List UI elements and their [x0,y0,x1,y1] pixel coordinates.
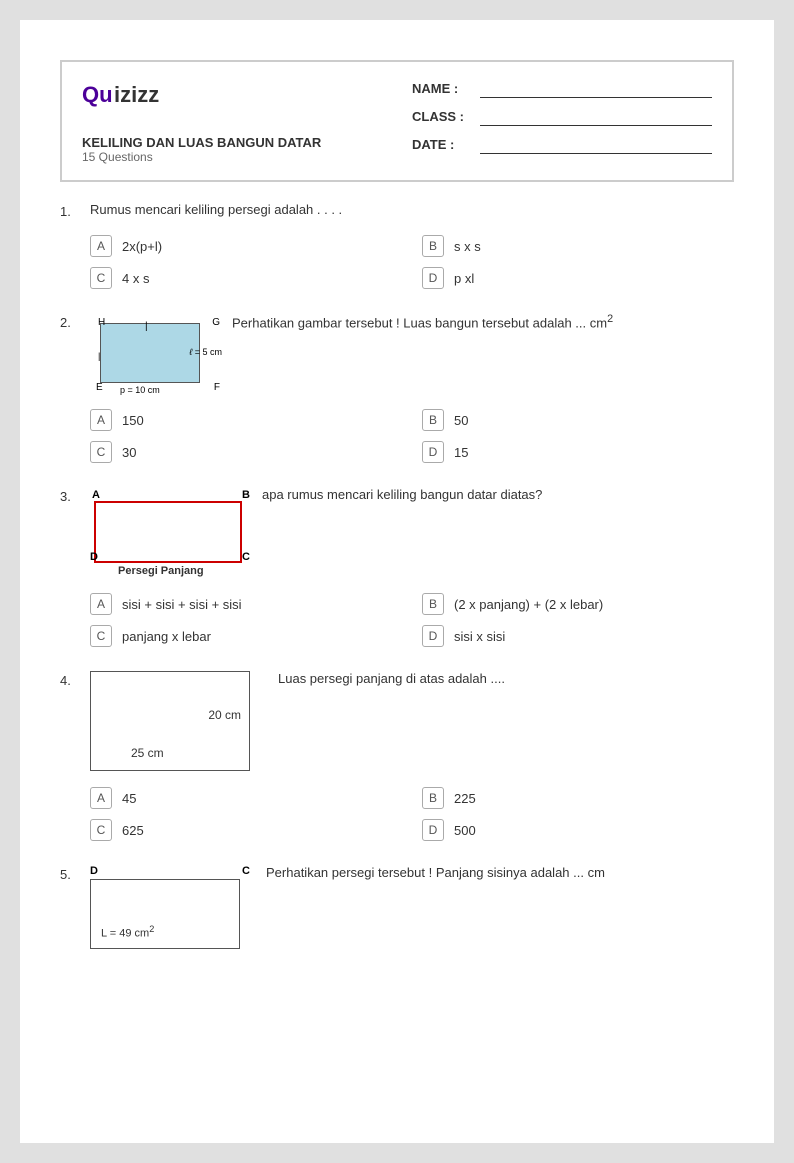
q4-option-b[interactable]: B 225 [422,787,734,809]
q4-dim-right: 20 cm [208,708,241,722]
header-box: Qu izizz KELILING DAN LUAS BANGUN DATAR … [60,60,734,182]
name-line: NAME : [412,78,712,98]
q2-option-d-text: 15 [454,445,468,460]
q4-row: 4. 20 cm 25 cm Luas persegi panjang di a… [60,671,734,771]
svg-text:Qu: Qu [82,82,113,107]
q1-option-a-letter: A [90,235,112,257]
q5-number: 5. [60,865,90,882]
q4-option-a-text: 45 [122,791,136,806]
q3-text: apa rumus mencari keliling bangun datar … [262,487,734,502]
date-label: DATE : [412,137,472,152]
q4-option-a[interactable]: A 45 [90,787,402,809]
q3-option-b[interactable]: B (2 x panjang) + (2 x lebar) [422,593,734,615]
q1-option-a-text: 2x(p+l) [122,239,162,254]
q2-number: 2. [60,313,90,330]
question-3: 3. A B D C Persegi Panjang apa rumus men… [60,487,734,647]
q3-row: 3. A B D C Persegi Panjang apa rumus men… [60,487,734,577]
q4-number: 4. [60,671,90,688]
q4-option-d-text: 500 [454,823,476,838]
q1-option-b-letter: B [422,235,444,257]
q2-option-c-text: 30 [122,445,136,460]
q5-row: 5. D C L = 49 cm2 Perhatikan persegi ter… [60,865,734,955]
q2-option-d-letter: D [422,441,444,463]
quiz-title: KELILING DAN LUAS BANGUN DATAR [82,135,321,150]
q1-option-d[interactable]: D p xl [422,267,734,289]
q2-option-a-text: 150 [122,413,144,428]
q2-option-c-letter: C [90,441,112,463]
question-5: 5. D C L = 49 cm2 Perhatikan persegi ter… [60,865,734,955]
q2-option-a-letter: A [90,409,112,431]
q3-option-d[interactable]: D sisi x sisi [422,625,734,647]
q2-option-a[interactable]: A 150 [90,409,402,431]
q1-option-d-text: p xl [454,271,474,286]
q2-option-c[interactable]: C 30 [90,441,402,463]
q2-text: Perhatikan gambar tersebut ! Luas bangun… [232,313,734,330]
q1-option-b-text: s x s [454,239,481,254]
q1-number: 1. [60,202,90,219]
q1-option-c-letter: C [90,267,112,289]
q1-option-a[interactable]: A 2x(p+l) [90,235,402,257]
q2-option-b-letter: B [422,409,444,431]
q2-option-d[interactable]: D 15 [422,441,734,463]
header-right: NAME : CLASS : DATE : [412,78,712,154]
q3-option-c-text: panjang x lebar [122,629,211,644]
q3-option-a-text: sisi + sisi + sisi + sisi [122,597,242,612]
quizizz-logo: Qu izizz [82,78,321,115]
q1-options: A 2x(p+l) B s x s C 4 x s D p xl [90,235,734,289]
q1-option-b[interactable]: B s x s [422,235,734,257]
q4-option-b-letter: B [422,787,444,809]
q1-option-c[interactable]: C 4 x s [90,267,402,289]
question-2: 2. H G E F ℓ = 5 cm p = 10 cm | | Perhat… [60,313,734,463]
q5-image: D C L = 49 cm2 [90,865,250,955]
q3-number: 3. [60,487,90,504]
q4-option-c-letter: C [90,819,112,841]
q2-option-b[interactable]: B 50 [422,409,734,431]
q3-option-b-text: (2 x panjang) + (2 x lebar) [454,597,603,612]
question-1: 1. Rumus mencari keliling persegi adalah… [60,202,734,289]
q3-option-a-letter: A [90,593,112,615]
class-underline [480,106,712,126]
svg-text:izizz: izizz [114,82,159,107]
q2-options: A 150 B 50 C 30 D 15 [90,409,734,463]
q2-option-b-text: 50 [454,413,468,428]
q2-image: H G E F ℓ = 5 cm p = 10 cm | | [90,313,220,393]
q4-image: 20 cm 25 cm [90,671,250,771]
q4-option-d-letter: D [422,819,444,841]
q3-option-d-text: sisi x sisi [454,629,505,644]
q4-options: A 45 B 225 C 625 D 500 [90,787,734,841]
q1-row: 1. Rumus mencari keliling persegi adalah… [60,202,734,219]
q4-option-a-letter: A [90,787,112,809]
name-underline [480,78,712,98]
date-line: DATE : [412,134,712,154]
q4-option-d[interactable]: D 500 [422,819,734,841]
q3-image: A B D C Persegi Panjang [90,487,250,577]
q2-row: 2. H G E F ℓ = 5 cm p = 10 cm | | Perhat… [60,313,734,393]
questions-container: 1. Rumus mencari keliling persegi adalah… [20,202,774,955]
q3-option-b-letter: B [422,593,444,615]
question-4: 4. 20 cm 25 cm Luas persegi panjang di a… [60,671,734,841]
q4-option-c-text: 625 [122,823,144,838]
class-line: CLASS : [412,106,712,126]
q1-option-d-letter: D [422,267,444,289]
page: Qu izizz KELILING DAN LUAS BANGUN DATAR … [20,20,774,1143]
q4-dim-bottom: 25 cm [131,746,164,760]
date-underline [480,134,712,154]
q3-option-d-letter: D [422,625,444,647]
q3-option-a[interactable]: A sisi + sisi + sisi + sisi [90,593,402,615]
q1-text: Rumus mencari keliling persegi adalah . … [90,202,734,217]
q4-option-c[interactable]: C 625 [90,819,402,841]
q4-option-b-text: 225 [454,791,476,806]
class-label: CLASS : [412,109,472,124]
q1-option-c-text: 4 x s [122,271,149,286]
name-label: NAME : [412,81,472,96]
q3-option-c-letter: C [90,625,112,647]
q4-text: Luas persegi panjang di atas adalah .... [278,671,734,686]
q5-text: Perhatikan persegi tersebut ! Panjang si… [266,865,734,880]
q3-options: A sisi + sisi + sisi + sisi B (2 x panja… [90,593,734,647]
quiz-subtitle: 15 Questions [82,150,321,164]
header-left: Qu izizz KELILING DAN LUAS BANGUN DATAR … [82,78,321,164]
q3-option-c[interactable]: C panjang x lebar [90,625,402,647]
